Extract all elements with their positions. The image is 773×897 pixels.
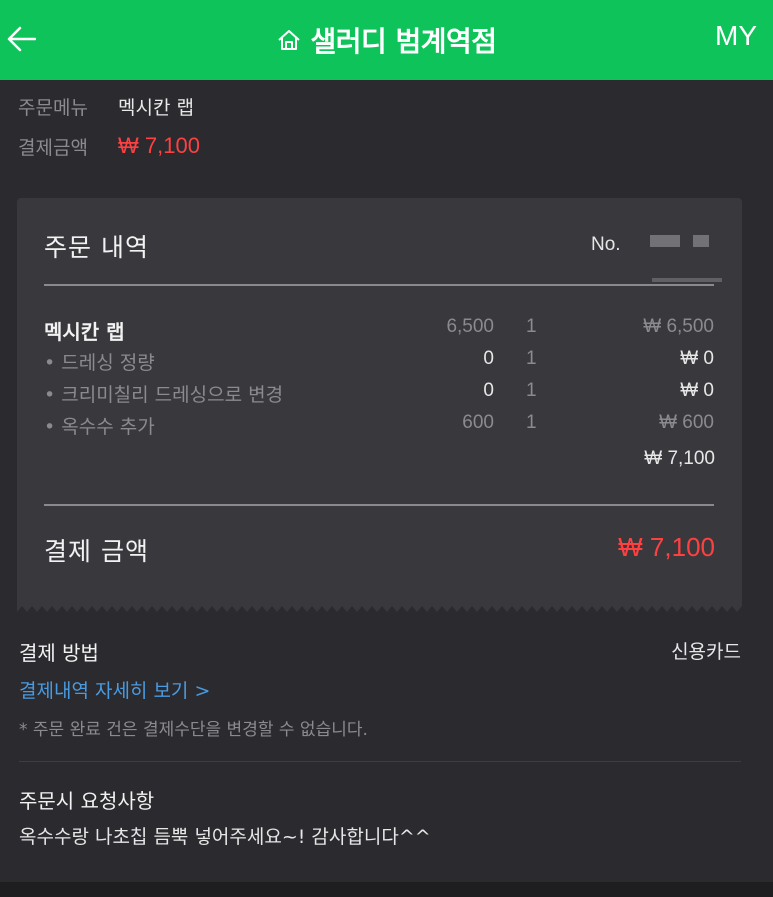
- order-number-redacted: [693, 235, 709, 247]
- order-item: • 옥수수 추가 600 1 ₩ 600: [44, 410, 714, 442]
- item-price: 6,500: [446, 316, 494, 337]
- payment-note: * 주문 완료 건은 결제수단을 변경할 수 없습니다.: [19, 720, 368, 740]
- item-total: ₩ 0: [680, 348, 714, 369]
- section-divider: [19, 761, 741, 762]
- request-label: 주문시 요청사항: [19, 789, 155, 813]
- item-price: 0: [483, 380, 494, 401]
- request-text: 옥수수랑 나초칩 듬뿍 넣어주세요~! 감사합니다^^: [19, 826, 431, 848]
- total-value: ₩ 7,100: [618, 532, 715, 562]
- summary-menu-row: 주문메뉴 멕시칸 랩: [18, 86, 200, 126]
- order-items: 멕시칸 랩 6,500 1 ₩ 6,500 • 드레싱 정량 0 1 ₩ 0 •…: [44, 314, 714, 442]
- subtotal: ₩ 7,100: [644, 448, 715, 469]
- item-qty: 1: [526, 348, 537, 369]
- divider: [44, 504, 714, 506]
- item-name: • 옥수수 추가: [44, 416, 155, 438]
- receipt-card: 주문 내역 No. 멕시칸 랩 6,500 1 ₩ 6,500 • 드레싱 정량…: [17, 198, 742, 603]
- divider: [44, 284, 714, 286]
- payment-detail-link[interactable]: 결제내역 자세히 보기 >: [19, 676, 210, 703]
- item-name: • 크리미칠리 드레싱으로 변경: [44, 384, 284, 406]
- receipt-torn-edge: [17, 600, 742, 612]
- payment-method-value: 신용카드: [671, 641, 741, 663]
- item-qty: 1: [526, 380, 537, 401]
- bottom-bar: [0, 882, 773, 897]
- item-qty: 1: [526, 412, 537, 433]
- order-item: • 크리미칠리 드레싱으로 변경 0 1 ₩ 0: [44, 378, 714, 410]
- payment-method-label: 결제 방법: [19, 641, 99, 665]
- page-title: 샐러디 범계역점: [310, 25, 497, 58]
- item-name: 멕시칸 랩: [44, 320, 125, 344]
- order-summary: 주문메뉴 멕시칸 랩 결제금액 ₩ 7,100: [18, 86, 200, 166]
- store-title-group: 샐러디 범계역점: [276, 20, 497, 60]
- item-total: ₩ 600: [659, 412, 714, 433]
- amount-label: 결제금액: [18, 136, 88, 159]
- order-details-title: 주문 내역: [44, 233, 149, 262]
- order-number-redacted: [650, 235, 680, 247]
- amount-value: ₩ 7,100: [118, 133, 200, 158]
- arrow-left-icon: [7, 26, 36, 52]
- order-number-label: No.: [591, 234, 621, 255]
- back-button[interactable]: [6, 22, 36, 56]
- item-qty: 1: [526, 316, 537, 337]
- item-price: 0: [483, 348, 494, 369]
- total-label: 결제 금액: [44, 537, 149, 566]
- menu-label: 주문메뉴: [18, 96, 88, 119]
- item-total: ₩ 0: [680, 380, 714, 401]
- item-name: • 드레싱 정량: [44, 352, 155, 374]
- order-item: 멕시칸 랩 6,500 1 ₩ 6,500: [44, 314, 714, 346]
- item-price: 600: [462, 412, 494, 433]
- menu-value: 멕시칸 랩: [118, 96, 194, 119]
- home-icon: [278, 30, 301, 50]
- my-page-button[interactable]: MY: [715, 20, 757, 52]
- summary-amount-row: 결제금액 ₩ 7,100: [18, 126, 200, 166]
- app-header: 샐러디 범계역점 MY: [0, 0, 773, 80]
- order-item: • 드레싱 정량 0 1 ₩ 0: [44, 346, 714, 378]
- item-total: ₩ 6,500: [643, 316, 714, 337]
- order-number-redacted: [652, 278, 722, 282]
